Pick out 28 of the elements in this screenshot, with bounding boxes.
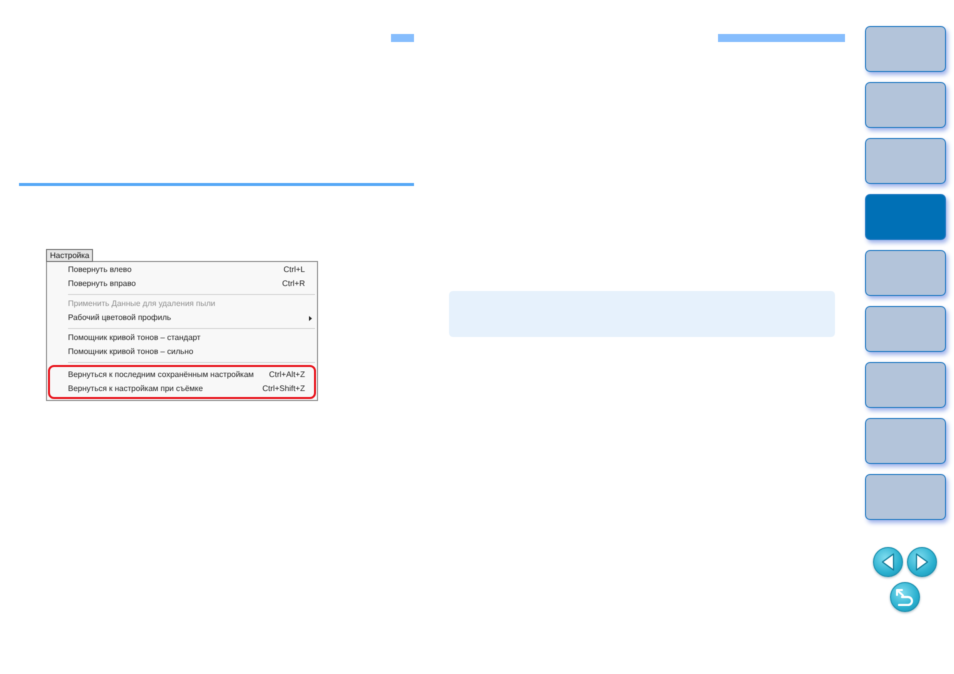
- previous-page-button[interactable]: [873, 547, 903, 577]
- menu-item[interactable]: Повернуть влево Ctrl+L: [47, 263, 317, 277]
- sidebar-tab[interactable]: [865, 138, 946, 184]
- next-page-button[interactable]: [907, 547, 937, 577]
- menu-item[interactable]: Рабочий цветовой профиль: [47, 311, 317, 325]
- return-button[interactable]: [890, 582, 920, 612]
- shortcut-text: Ctrl+R: [282, 280, 305, 288]
- sidebar-tab[interactable]: [865, 82, 946, 128]
- menu-item[interactable]: Вернуться к последним сохранённым настройкам Ctrl+Alt+Z: [50, 368, 314, 382]
- return-arrow-icon: [895, 588, 915, 606]
- right-triangle-icon: [915, 553, 929, 571]
- menu-item[interactable]: Вернуться к настройкам при съёмке Ctrl+Shift+Z: [50, 382, 314, 396]
- sidebar-tab[interactable]: [865, 26, 946, 72]
- shortcut-text: Ctrl+Alt+Z: [268, 371, 305, 379]
- shortcut-text: Ctrl+L: [283, 266, 305, 274]
- menu-title[interactable]: Настройка: [46, 249, 94, 262]
- left-triangle-icon: [881, 553, 895, 571]
- menu-item[interactable]: Повернуть вправо Ctrl+R: [47, 277, 317, 291]
- menu-item[interactable]: Помощник кривой тонов – сильно: [47, 345, 317, 359]
- menu-item[interactable]: Помощник кривой тонов – стандарт: [47, 331, 317, 345]
- shortcut-text: Ctrl+Shift+Z: [262, 385, 305, 393]
- sidebar-tab[interactable]: [865, 362, 946, 408]
- sidebar-tab[interactable]: [865, 418, 946, 464]
- sidebar-tab[interactable]: [865, 474, 946, 520]
- sidebar-tab[interactable]: [865, 250, 946, 296]
- header-tag: [391, 34, 414, 42]
- sidebar-tab[interactable]: [865, 306, 946, 352]
- caret-icon: [309, 316, 312, 320]
